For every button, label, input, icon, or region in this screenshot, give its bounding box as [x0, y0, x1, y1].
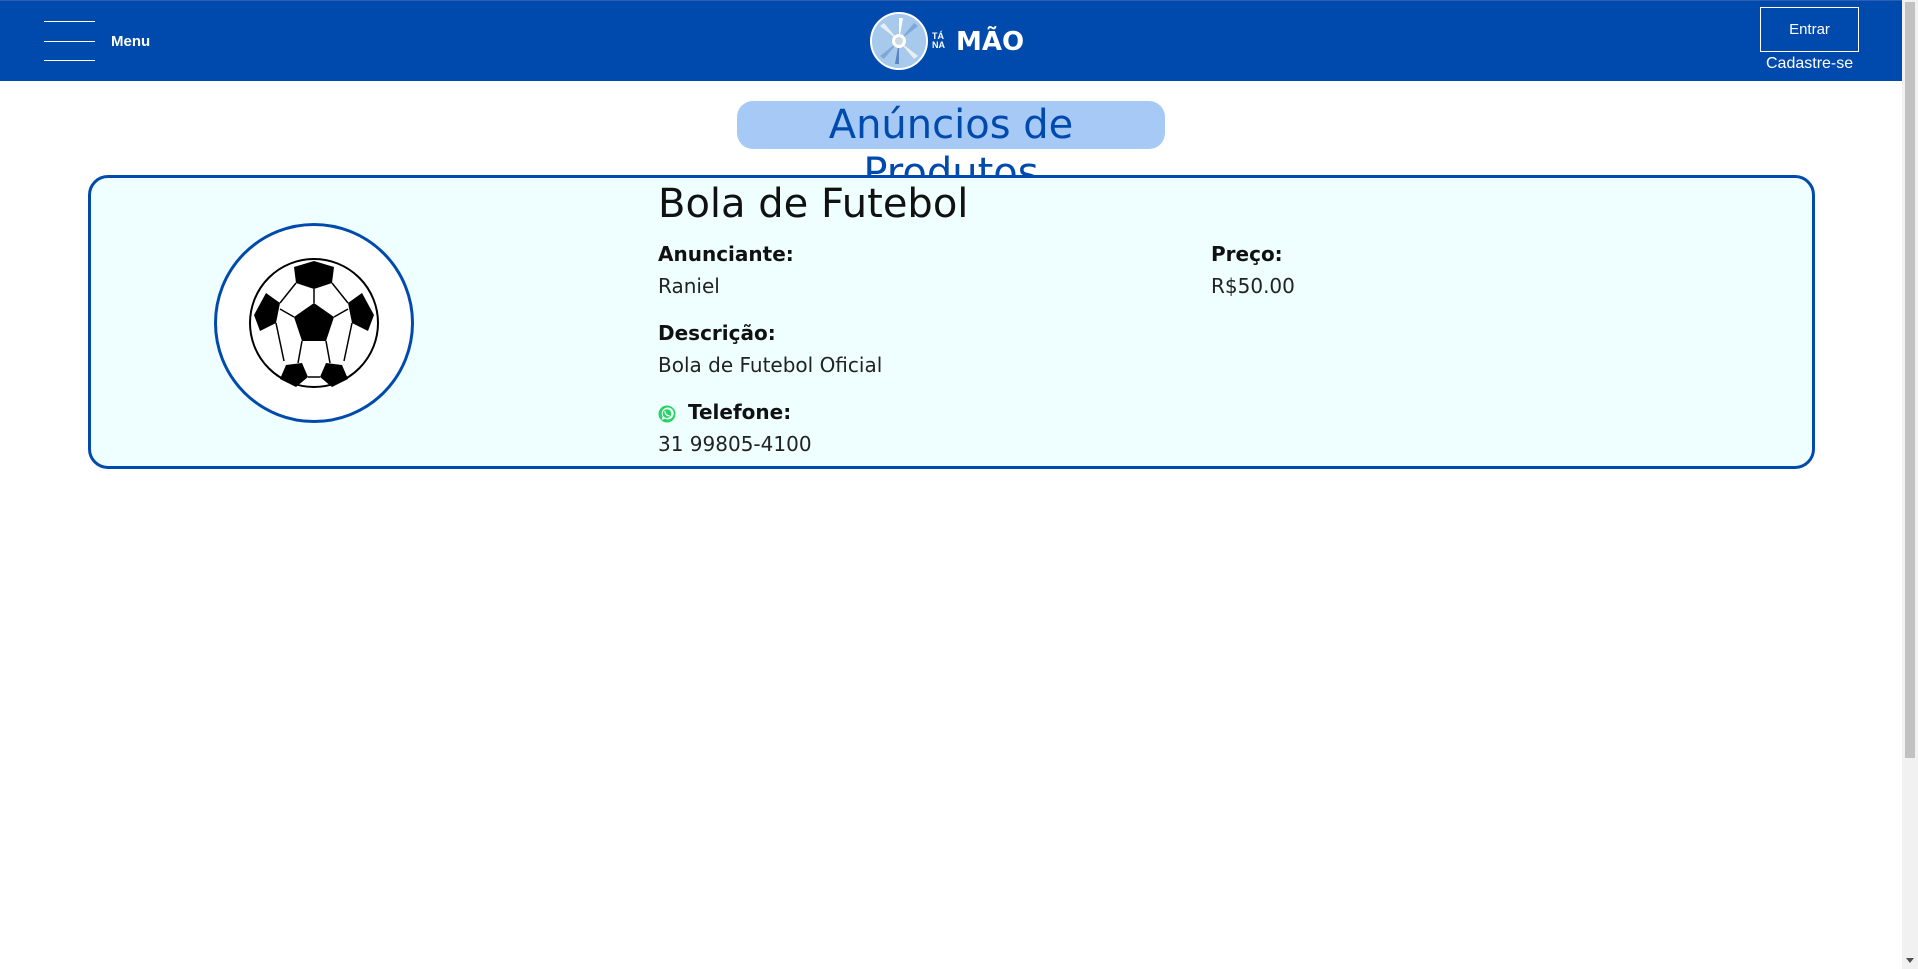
advertiser-label: Anunciante:	[658, 242, 794, 266]
product-name: Bola de Futebol	[658, 181, 969, 227]
whatsapp-icon	[658, 405, 676, 423]
product-image	[214, 223, 414, 423]
price-value: R$50.00	[1211, 274, 1295, 298]
hamburger-icon[interactable]	[44, 20, 96, 62]
logo-small-text: TÁ NA	[932, 31, 945, 50]
phone-value: 31 99805-4100	[658, 432, 812, 456]
scroll-down-icon[interactable]	[1906, 958, 1914, 963]
description-value: Bola de Futebol Oficial	[658, 353, 883, 377]
signup-link[interactable]: Cadastre-se	[1766, 55, 1853, 73]
logo-big-text: MÃO	[956, 27, 1025, 57]
description-label: Descrição:	[658, 321, 776, 345]
phone-label: Telefone:	[688, 400, 792, 424]
logo-hands-icon	[870, 12, 928, 70]
price-label: Preço:	[1211, 242, 1283, 266]
vertical-scrollbar[interactable]	[1902, 0, 1918, 969]
login-button[interactable]: Entrar	[1760, 7, 1859, 52]
soccer-ball-icon	[249, 258, 379, 388]
advertiser-value: Raniel	[658, 274, 720, 298]
menu-label[interactable]: Menu	[111, 33, 150, 50]
top-navbar: Menu TÁ NA MÃO Entrar Cadastre-se	[0, 0, 1902, 81]
product-card: Bola de Futebol Anunciante: Raniel Preço…	[88, 175, 1815, 469]
menu-button[interactable]: Menu	[44, 20, 164, 62]
scroll-thumb[interactable]	[1905, 2, 1915, 758]
page-title: Anúncios de Produtos	[737, 101, 1165, 196]
site-logo[interactable]: TÁ NA MÃO	[870, 12, 1025, 72]
